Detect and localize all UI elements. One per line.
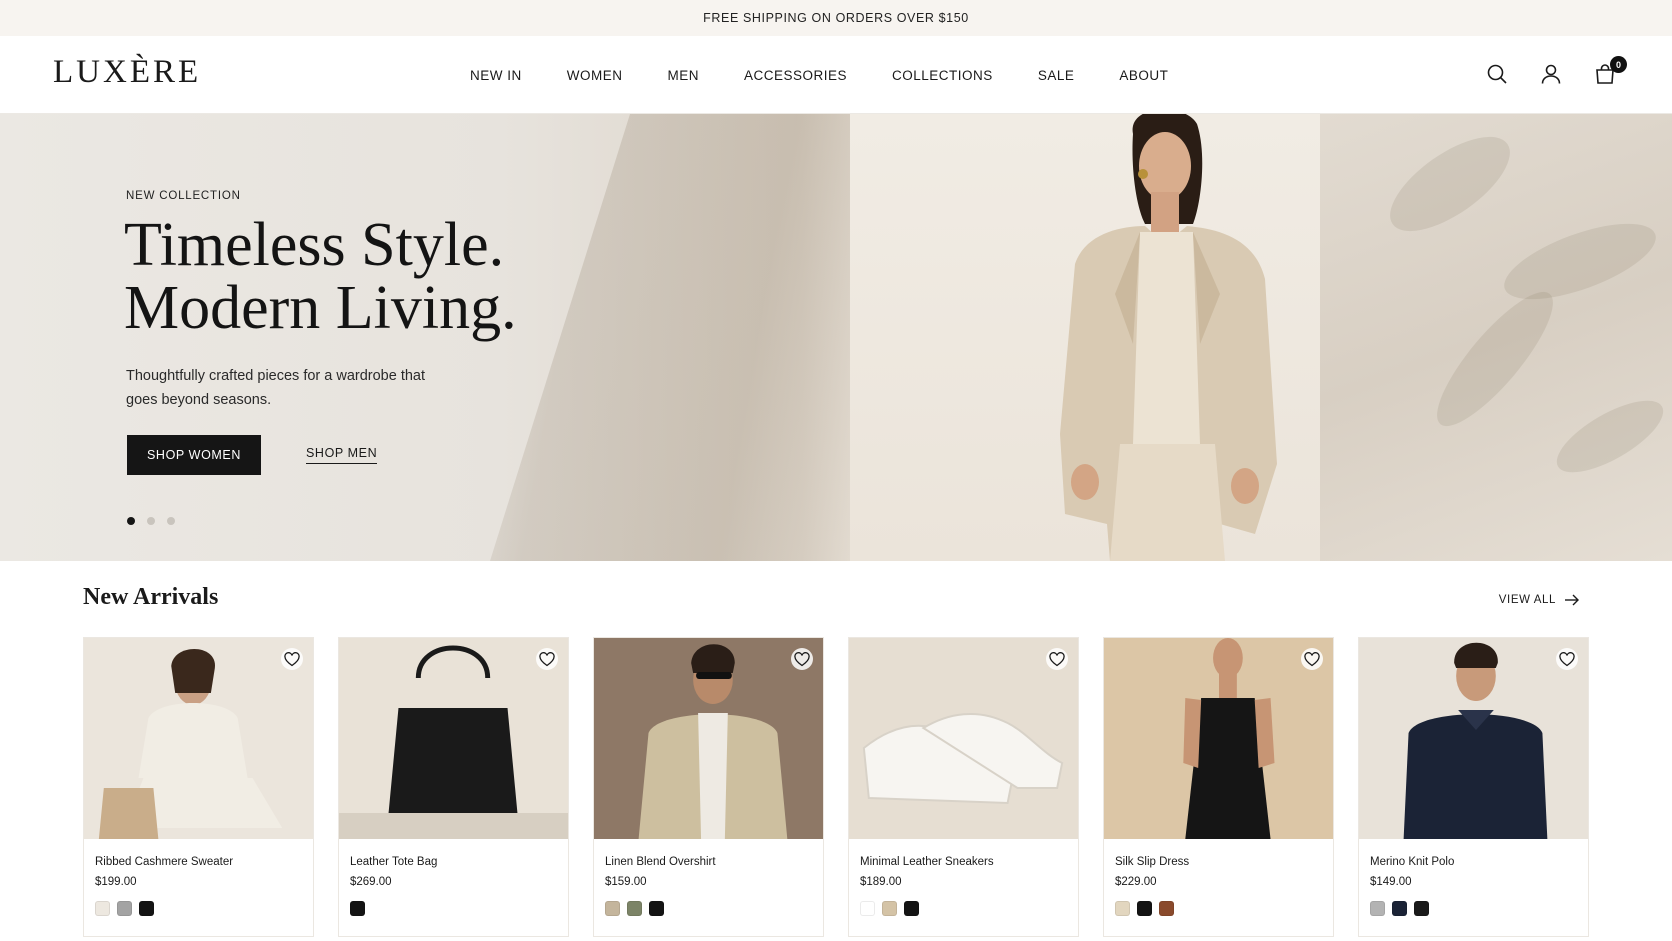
nav-accessories[interactable]: ACCESSORIES bbox=[744, 68, 847, 83]
nav-collections[interactable]: COLLECTIONS bbox=[892, 68, 993, 83]
brand-logo[interactable]: LUXÈRE bbox=[53, 54, 201, 91]
carousel-dots bbox=[127, 517, 175, 525]
shop-women-button[interactable]: SHOP WOMEN bbox=[127, 435, 261, 475]
announcement-bar: FREE SHIPPING ON ORDERS OVER $150 bbox=[0, 0, 1672, 36]
nav-men[interactable]: MEN bbox=[668, 68, 700, 83]
color-swatch[interactable] bbox=[1137, 901, 1152, 916]
product-price: $269.00 bbox=[350, 876, 392, 888]
color-swatches bbox=[1115, 901, 1174, 916]
product-name[interactable]: Linen Blend Overshirt bbox=[605, 856, 716, 868]
color-swatch[interactable] bbox=[904, 901, 919, 916]
product-name[interactable]: Merino Knit Polo bbox=[1370, 856, 1454, 868]
color-swatch[interactable] bbox=[139, 901, 154, 916]
color-swatch[interactable] bbox=[1414, 901, 1429, 916]
color-swatches bbox=[350, 901, 365, 916]
product-name[interactable]: Leather Tote Bag bbox=[350, 856, 437, 868]
product-name[interactable]: Minimal Leather Sneakers bbox=[860, 856, 994, 868]
hero-banner: NEW COLLECTION Timeless Style. Modern Li… bbox=[0, 114, 1672, 561]
wishlist-heart-icon[interactable] bbox=[536, 648, 558, 670]
product-image[interactable] bbox=[1104, 638, 1333, 839]
product-price: $199.00 bbox=[95, 876, 137, 888]
product-price: $229.00 bbox=[1115, 876, 1157, 888]
product-card[interactable]: Ribbed Cashmere Sweater $199.00 bbox=[83, 637, 314, 937]
hero-title-line1: Timeless Style. bbox=[124, 211, 505, 279]
color-swatch[interactable] bbox=[649, 901, 664, 916]
color-swatch[interactable] bbox=[1159, 901, 1174, 916]
view-all-label: VIEW ALL bbox=[1498, 594, 1556, 606]
color-swatch[interactable] bbox=[860, 901, 875, 916]
product-card[interactable]: Minimal Leather Sneakers $189.00 bbox=[848, 637, 1079, 937]
user-icon[interactable] bbox=[1539, 62, 1563, 86]
main-nav: NEW IN WOMEN MEN ACCESSORIES COLLECTIONS… bbox=[470, 36, 1213, 114]
product-image[interactable] bbox=[339, 638, 568, 839]
product-price: $159.00 bbox=[605, 876, 647, 888]
color-swatch[interactable] bbox=[605, 901, 620, 916]
product-card[interactable]: Silk Slip Dress $229.00 bbox=[1103, 637, 1334, 937]
bag-icon[interactable]: 0 bbox=[1593, 56, 1627, 86]
product-image[interactable] bbox=[84, 638, 313, 839]
arrow-right-icon bbox=[1565, 594, 1579, 606]
hero-background-right bbox=[1320, 114, 1672, 561]
header-actions: 0 bbox=[1485, 56, 1627, 86]
product-price: $149.00 bbox=[1370, 876, 1412, 888]
product-card[interactable]: Leather Tote Bag $269.00 bbox=[338, 637, 569, 937]
product-name[interactable]: Ribbed Cashmere Sweater bbox=[95, 856, 233, 868]
product-image[interactable] bbox=[594, 638, 823, 839]
hero-title: Timeless Style. Modern Living. bbox=[124, 214, 644, 340]
product-card[interactable]: Linen Blend Overshirt $159.00 bbox=[593, 637, 824, 937]
product-image[interactable] bbox=[849, 638, 1078, 839]
carousel-dot-2[interactable] bbox=[147, 517, 155, 525]
nav-sale[interactable]: SALE bbox=[1038, 68, 1075, 83]
product-card[interactable]: Merino Knit Polo $149.00 bbox=[1358, 637, 1589, 937]
color-swatches bbox=[605, 901, 664, 916]
wishlist-heart-icon[interactable] bbox=[1556, 648, 1578, 670]
color-swatch[interactable] bbox=[882, 901, 897, 916]
product-price: $189.00 bbox=[860, 876, 902, 888]
hero-model-image bbox=[1060, 114, 1277, 561]
product-name[interactable]: Silk Slip Dress bbox=[1115, 856, 1189, 868]
carousel-dot-3[interactable] bbox=[167, 517, 175, 525]
wishlist-heart-icon[interactable] bbox=[791, 648, 813, 670]
shop-men-link[interactable]: SHOP MEN bbox=[306, 446, 378, 464]
hero-subtitle: Thoughtfully crafted pieces for a wardro… bbox=[126, 368, 426, 408]
site-header: LUXÈRE NEW IN WOMEN MEN ACCESSORIES COLL… bbox=[0, 36, 1672, 114]
view-all-link[interactable]: VIEW ALL bbox=[1499, 594, 1580, 606]
color-swatch[interactable] bbox=[627, 901, 642, 916]
color-swatch[interactable] bbox=[350, 901, 365, 916]
color-swatches bbox=[1370, 901, 1429, 916]
nav-women[interactable]: WOMEN bbox=[567, 68, 623, 83]
color-swatches bbox=[860, 901, 919, 916]
color-swatch[interactable] bbox=[1370, 901, 1385, 916]
color-swatch[interactable] bbox=[1392, 901, 1407, 916]
cart-count-badge: 0 bbox=[1610, 56, 1627, 73]
product-grid: Ribbed Cashmere Sweater $199.00 Leather … bbox=[83, 637, 1589, 937]
nav-about[interactable]: ABOUT bbox=[1119, 68, 1168, 83]
announcement-text: FREE SHIPPING ON ORDERS OVER $150 bbox=[703, 11, 969, 25]
color-swatch[interactable] bbox=[1115, 901, 1130, 916]
hero-title-line2: Modern Living. bbox=[124, 274, 517, 342]
wishlist-heart-icon[interactable] bbox=[1301, 648, 1323, 670]
hero-eyebrow: NEW COLLECTION bbox=[126, 190, 241, 202]
color-swatches bbox=[95, 901, 154, 916]
wishlist-heart-icon[interactable] bbox=[281, 648, 303, 670]
wishlist-heart-icon[interactable] bbox=[1046, 648, 1068, 670]
product-image[interactable] bbox=[1359, 638, 1588, 839]
carousel-dot-1[interactable] bbox=[127, 517, 135, 525]
new-arrivals-heading: New Arrivals bbox=[83, 584, 219, 610]
nav-new-in[interactable]: NEW IN bbox=[470, 68, 522, 83]
color-swatch[interactable] bbox=[95, 901, 110, 916]
color-swatch[interactable] bbox=[117, 901, 132, 916]
search-icon[interactable] bbox=[1485, 62, 1509, 86]
